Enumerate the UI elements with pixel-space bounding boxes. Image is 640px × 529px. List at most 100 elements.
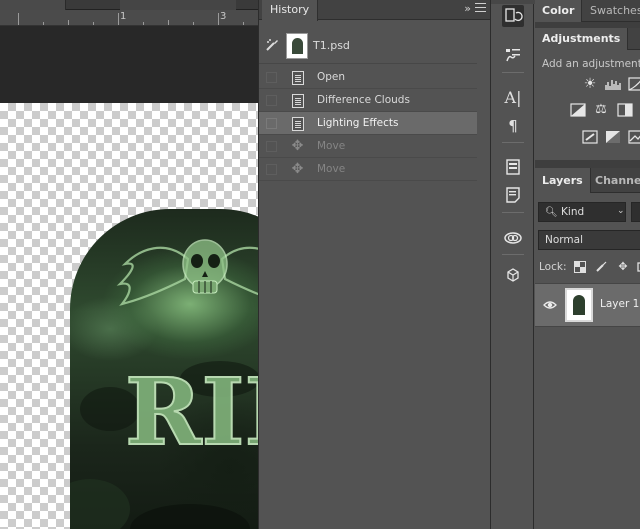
layers-tab-bar[interactable]: Layers Channels: [535, 168, 640, 193]
rip-text: RIP: [125, 358, 258, 466]
history-state-move[interactable]: ✥ Move: [259, 135, 477, 158]
brush-settings-icon[interactable]: [502, 44, 524, 66]
ruler-tick: [118, 13, 119, 25]
creative-cloud-icon[interactable]: [502, 226, 524, 248]
history-state-lighting-effects[interactable]: Lighting Effects: [259, 112, 477, 135]
history-brush-checkbox[interactable]: [266, 95, 277, 106]
document-tab-secondary[interactable]: [120, 0, 236, 10]
search-icon: 🔍︎: [545, 207, 558, 218]
ruler-tick: [43, 22, 44, 25]
layer-filter-value: Kind: [561, 206, 585, 218]
layer-name[interactable]: Layer 1: [600, 298, 639, 310]
collapsed-panel-strip: A| ¶: [490, 0, 535, 529]
history-state-label: Move: [317, 163, 346, 175]
strip-divider: [502, 142, 524, 143]
character-icon[interactable]: A|: [502, 87, 524, 109]
history-state-label: Open: [317, 71, 346, 83]
tab-swatches[interactable]: Swatches: [583, 0, 640, 22]
gradient-map-icon[interactable]: [628, 130, 640, 144]
layer-thumbnail[interactable]: [565, 288, 593, 322]
history-brush-checkbox[interactable]: [266, 72, 277, 83]
strip-drag-handle[interactable]: [491, 0, 535, 4]
move-icon: ✥: [291, 161, 304, 177]
filter-pixel-layers-button[interactable]: [631, 202, 640, 222]
lock-label: Lock:: [539, 261, 567, 273]
3d-icon[interactable]: [502, 264, 524, 286]
ruler-tick: [168, 20, 169, 25]
ruler-tick: [143, 22, 144, 25]
paragraph-icon[interactable]: ¶: [502, 115, 524, 137]
collapse-panels-icon[interactable]: »: [464, 2, 471, 15]
snapshot-label: T1.psd: [313, 39, 350, 52]
canvas[interactable]: RIP: [0, 103, 258, 529]
threshold-icon[interactable]: [605, 130, 621, 144]
ruler-tick: [18, 13, 19, 25]
history-state-difference-clouds[interactable]: Difference Clouds: [259, 89, 477, 112]
history-tab-bar[interactable]: History »: [259, 0, 490, 21]
history-state-label: Move: [317, 140, 346, 152]
ruler-tick: [93, 22, 94, 25]
libraries-icon[interactable]: [502, 156, 524, 178]
move-icon: ✥: [291, 138, 304, 154]
tab-channels[interactable]: Channels: [588, 168, 640, 190]
ruler-tick: [218, 13, 219, 25]
layer-filter-select[interactable]: 🔍︎ Kind ⌄: [538, 202, 626, 222]
ruler-tick: [68, 20, 69, 25]
tab-layers[interactable]: Layers: [535, 168, 591, 193]
tab-color[interactable]: Color: [535, 0, 583, 22]
strip-divider: [502, 72, 524, 73]
lock-transparency-icon[interactable]: [574, 261, 586, 273]
tombstone-artwork: RIP: [70, 209, 258, 529]
artboard-lock-icon[interactable]: [636, 261, 640, 273]
black-white-icon[interactable]: [617, 103, 633, 117]
lock-position-icon[interactable]: ✥: [617, 261, 629, 273]
levels-icon[interactable]: [605, 77, 621, 91]
document-icon: [292, 117, 304, 131]
history-state-label: Difference Clouds: [317, 94, 410, 106]
invert-icon[interactable]: [582, 130, 598, 144]
history-snapshot[interactable]: T1.psd: [259, 26, 477, 64]
snapshot-thumbnail: [286, 33, 308, 59]
tombstone-engraving: RIP: [70, 239, 258, 529]
lock-image-pixels-icon[interactable]: [595, 261, 607, 273]
tab-history[interactable]: History: [262, 0, 319, 21]
blend-mode-value: Normal: [545, 234, 583, 246]
exposure-icon[interactable]: [570, 103, 586, 117]
ruler-tick: [193, 22, 194, 25]
history-icon[interactable]: [502, 5, 524, 27]
eye-icon[interactable]: [543, 298, 557, 312]
adjustments-tab-bar[interactable]: Adjustments: [535, 28, 640, 50]
curves-icon[interactable]: [628, 77, 640, 91]
notes-icon[interactable]: [502, 184, 524, 206]
right-panel-dock: Color Swatches Adjustments Add an adjust…: [535, 0, 640, 529]
blend-mode-select[interactable]: Normal: [538, 230, 640, 250]
brightness-icon[interactable]: ☀: [582, 77, 598, 91]
adjustments-subtitle: Add an adjustment: [542, 58, 640, 70]
document-icon: [292, 94, 304, 108]
document-tab-bar[interactable]: [0, 0, 258, 10]
history-state-label: Lighting Effects: [317, 117, 399, 129]
panel-menu-icon[interactable]: [475, 3, 486, 12]
history-state-move[interactable]: ✥ Move: [259, 158, 477, 181]
tab-adjustments[interactable]: Adjustments: [535, 28, 629, 50]
document-icon: [292, 71, 304, 85]
document-tab[interactable]: [0, 0, 66, 10]
horizontal-ruler[interactable]: 1 3: [0, 10, 258, 26]
history-brush-source-icon[interactable]: [265, 38, 279, 52]
panel-group-separator: [535, 160, 640, 168]
document-window[interactable]: 1 3 RIP: [0, 0, 258, 529]
color-tab-bar[interactable]: Color Swatches: [535, 0, 640, 22]
history-brush-checkbox[interactable]: [266, 141, 277, 152]
history-brush-checkbox[interactable]: [266, 164, 277, 175]
ruler-number: 3: [220, 11, 227, 22]
history-state-list: Open Difference Clouds Lighting Effects …: [259, 66, 477, 181]
strip-divider: [502, 212, 524, 213]
layer-row[interactable]: Layer 1: [535, 283, 640, 327]
history-panel[interactable]: History » T1.psd Open Difference Clouds …: [258, 0, 490, 529]
strip-divider: [502, 254, 524, 255]
color-balance-icon[interactable]: ⚖: [593, 103, 609, 117]
history-state-open[interactable]: Open: [259, 66, 477, 89]
ruler-tick: [243, 22, 244, 25]
ruler-number: 1: [120, 11, 127, 22]
history-brush-checkbox[interactable]: [266, 118, 277, 129]
